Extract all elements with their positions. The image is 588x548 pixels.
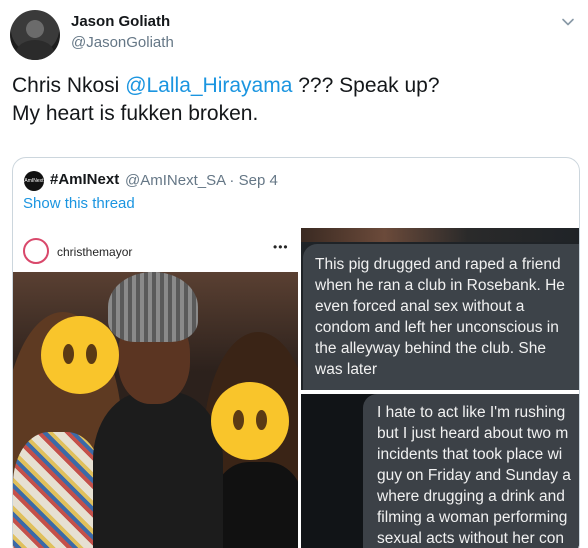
chat-screenshot-1[interactable]: This pig drugged and raped a friend when… [301,228,579,390]
avatar-figure [16,40,54,60]
face-blur-emoji-left [41,316,119,394]
tweet-text-line1-end: ??? Speak up? [292,74,440,97]
more-options-icon: ••• [273,240,289,254]
quoted-tweet[interactable]: AmINext #AmINext @AmINext_SA · Sep 4 Sho… [12,157,580,548]
chevron-down-icon[interactable] [560,14,576,30]
tweet-card: Jason Goliath @JasonGoliath Chris Nkosi … [0,0,588,548]
chat-message-2-line: sexual acts without her con [377,530,564,547]
author-name[interactable]: Jason Goliath [71,13,170,30]
chat-bubble-1: This pig drugged and raped a friend when… [303,244,579,390]
mention-link[interactable]: @Lalla_Hirayama [125,74,292,97]
author-handle[interactable]: @JasonGoliath [71,34,174,51]
chat-message-2-line: guy on Friday and Sunday a [377,467,571,484]
instagram-header: christhemayor ••• [13,228,298,274]
group-photo [13,272,298,548]
chat-bubble-2: I hate to act like I'm rushing but I jus… [363,394,579,548]
person-right-top [213,462,298,548]
instagram-post-image[interactable]: christhemayor ••• [13,228,298,548]
instagram-avatar [23,238,49,264]
chat-message-2-line: filming a woman performing [377,509,568,526]
chat-message-2: I hate to act like I'm rushing but I jus… [377,402,579,548]
quoted-media-grid[interactable]: christhemayor ••• This pig drugged and r… [13,228,579,548]
chat-message-1: This pig drugged and raped a friend when… [315,256,565,378]
tweet-text: Chris Nkosi @Lalla_Hirayama ??? Speak up… [12,72,572,128]
instagram-username: christhemayor [57,245,133,259]
chat-screenshot-2[interactable]: I hate to act like I'm rushing but I jus… [301,394,579,548]
chat-photo-strip [301,228,579,242]
chat-message-2-line: where drugging a drink and [377,488,565,505]
quoted-author-name[interactable]: #AmINext [50,171,119,188]
tweet-text-line2: My heart is fukken broken. [12,102,259,125]
person-left-dress [13,432,103,548]
chat-message-2-line: incidents that took place wi [377,446,563,463]
show-thread-link[interactable]: Show this thread [23,195,135,212]
face-blur-emoji-right [211,382,289,460]
chat-message-2-line: but I just heard about two m [377,425,569,442]
chat-screenshots[interactable]: This pig drugged and raped a friend when… [301,228,579,548]
author-avatar[interactable] [10,10,60,60]
quoted-avatar[interactable]: AmINext [24,171,44,191]
tweet-text-start: Chris Nkosi [12,74,126,97]
quoted-author-meta: @AmINext_SA · Sep 4 [125,172,278,189]
person-center-hat [108,272,198,342]
person-center-body [93,392,223,548]
chat-message-2-line: I hate to act like I'm rushing [377,404,566,421]
